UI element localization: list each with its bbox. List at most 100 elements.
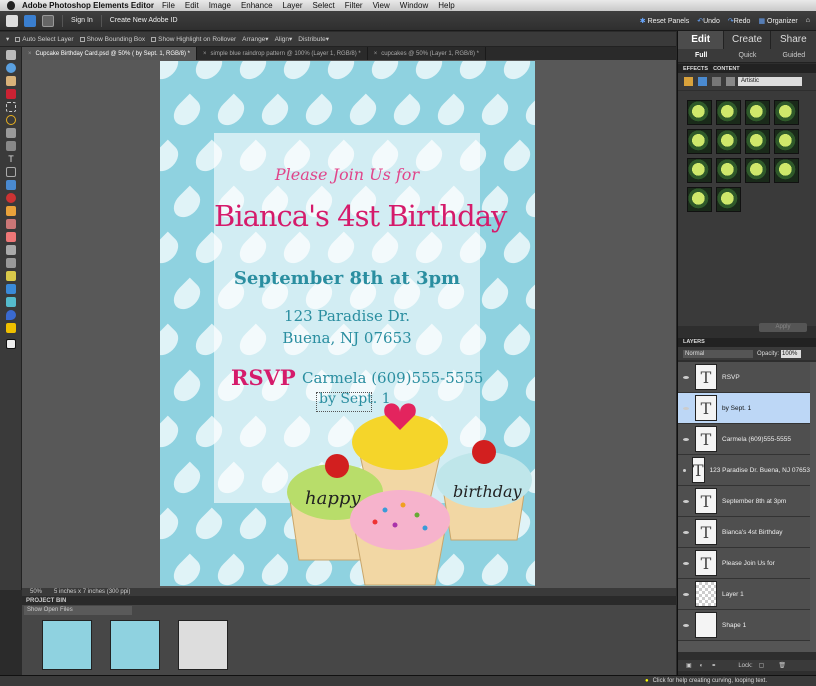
visibility-eye-icon[interactable] <box>683 623 689 627</box>
apply-button[interactable]: Apply <box>759 323 807 332</box>
tab-quick[interactable]: Quick <box>724 49 770 62</box>
effect-thumbnail[interactable] <box>745 129 770 154</box>
layer-row[interactable]: T Please Join Us for <box>678 548 810 579</box>
filters-icon[interactable] <box>684 77 693 86</box>
effect-thumbnail[interactable] <box>745 158 770 183</box>
home-icon[interactable]: ⌂ <box>806 17 810 24</box>
thumbnail-cupcakes[interactable] <box>178 620 228 670</box>
layer-row[interactable]: T 123 Paradise Dr. Buena, NJ 07653 <box>678 455 810 486</box>
hand-tool-icon[interactable] <box>6 76 16 86</box>
cookie-cutter-tool-icon[interactable] <box>6 180 16 190</box>
menu-file[interactable]: File <box>162 1 175 10</box>
menu-help[interactable]: Help <box>438 1 454 10</box>
effect-thumbnail[interactable] <box>716 187 741 212</box>
show-open-files-select[interactable]: Show Open Files <box>24 606 132 615</box>
blend-mode-select[interactable]: Normal <box>683 349 753 358</box>
trash-icon[interactable]: 🗑 <box>778 662 786 669</box>
bounding-box-checkbox[interactable]: Show Bounding Box <box>79 36 145 43</box>
photo-effects-icon[interactable] <box>726 77 735 86</box>
eyedropper-tool-icon[interactable] <box>6 89 16 99</box>
undo-button[interactable]: ↶Undo <box>697 17 720 25</box>
visibility-eye-icon[interactable] <box>683 375 689 379</box>
tab-cupcake-card[interactable]: × Cupcake Birthday Card.psd @ 50% ( by Se… <box>22 47 198 60</box>
zoom-level[interactable]: 50% <box>30 589 42 595</box>
layer-row[interactable]: T September 8th at 3pm <box>678 486 810 517</box>
effect-thumbnail[interactable] <box>745 100 770 125</box>
apple-icon[interactable] <box>7 1 15 10</box>
visibility-eye-icon[interactable] <box>683 530 689 534</box>
menu-layer[interactable]: Layer <box>283 1 303 10</box>
thumbnail-card[interactable] <box>42 620 92 670</box>
visibility-eye-icon[interactable] <box>683 561 689 565</box>
menu-window[interactable]: Window <box>400 1 428 10</box>
lock-icon[interactable]: ▢ <box>759 662 765 669</box>
reset-panels-button[interactable]: ✱ Reset Panels <box>640 17 689 25</box>
menu-edit[interactable]: Edit <box>185 1 199 10</box>
visibility-eye-icon[interactable] <box>683 437 689 441</box>
effect-thumbnail[interactable] <box>774 100 799 125</box>
layer-row[interactable]: Tby Sept. 1 <box>678 393 810 424</box>
healing-brush-tool-icon[interactable] <box>6 206 16 216</box>
clone-stamp-tool-icon[interactable] <box>6 219 16 229</box>
move-tool-dropdown[interactable]: ▾ <box>6 35 9 43</box>
cupcakes-illustration[interactable]: birthday happy <box>285 400 535 590</box>
visibility-eye-icon[interactable] <box>683 468 686 472</box>
new-file-icon[interactable] <box>6 14 18 27</box>
tab-full[interactable]: Full <box>678 49 724 62</box>
menu-filter[interactable]: Filter <box>345 1 363 10</box>
eraser-tool-icon[interactable] <box>6 232 16 242</box>
card-rsvp-contact[interactable]: Carmela (609)555-5555 <box>302 369 483 387</box>
effect-thumbnail[interactable] <box>687 129 712 154</box>
effect-thumbnail[interactable] <box>687 158 712 183</box>
menu-image[interactable]: Image <box>209 1 231 10</box>
red-eye-tool-icon[interactable] <box>6 193 16 203</box>
effect-thumbnail[interactable] <box>716 158 741 183</box>
brush-tool-icon[interactable] <box>6 245 16 255</box>
marquee-tool-icon[interactable] <box>6 102 16 112</box>
layer-row[interactable]: Shape 1 <box>678 610 810 641</box>
redo-button[interactable]: ↷Redo <box>728 17 751 25</box>
new-layer-icon[interactable]: ▣ <box>686 662 692 669</box>
effect-thumbnail[interactable] <box>687 100 712 125</box>
effects-icon[interactable] <box>712 77 721 86</box>
gradient-tool-icon[interactable] <box>6 284 16 294</box>
card-address-line2[interactable]: Buena, NJ 07653 <box>214 329 480 347</box>
close-icon[interactable]: × <box>28 51 32 57</box>
effect-thumbnail[interactable] <box>774 129 799 154</box>
open-file-icon[interactable] <box>24 14 36 27</box>
shape-tool-icon[interactable] <box>6 297 16 307</box>
layer-row[interactable]: T Carmela (609)555-5555 <box>678 424 810 455</box>
close-icon[interactable]: × <box>203 51 207 57</box>
tab-guided[interactable]: Guided <box>771 49 816 62</box>
distribute-dropdown[interactable]: Distribute ▾ <box>298 35 329 44</box>
lasso-tool-icon[interactable] <box>6 115 16 125</box>
filter-category-select[interactable]: Artistic <box>738 77 802 86</box>
smart-brush-tool-icon[interactable] <box>6 258 16 268</box>
layer-row[interactable]: T Bianca's 4st Birthday <box>678 517 810 548</box>
visibility-eye-icon[interactable] <box>683 592 689 596</box>
foreground-color-swatch[interactable] <box>6 339 16 349</box>
move-tool-icon[interactable] <box>6 50 16 60</box>
type-tool-icon[interactable]: T <box>6 154 16 164</box>
link-icon[interactable]: ⚭ <box>711 662 716 669</box>
card-address-line1[interactable]: 123 Paradise Dr. <box>214 307 480 325</box>
tab-effects[interactable]: EFFECTS <box>683 66 708 72</box>
selection-brush-tool-icon[interactable] <box>6 141 16 151</box>
align-dropdown[interactable]: Align ▾ <box>275 35 293 44</box>
effect-thumbnail[interactable] <box>716 100 741 125</box>
card-join-text[interactable]: Please Join Us for <box>214 165 480 184</box>
sponge-tool-icon[interactable] <box>6 323 16 333</box>
crop-tool-icon[interactable] <box>6 167 16 177</box>
tab-raindrop-pattern[interactable]: × simple blue raindrop pattern @ 100% (La… <box>197 47 368 60</box>
card-name-text[interactable]: Bianca's 4st Birthday <box>214 199 507 233</box>
paint-bucket-tool-icon[interactable] <box>6 271 16 281</box>
zoom-tool-icon[interactable] <box>6 63 16 73</box>
menu-view[interactable]: View <box>373 1 390 10</box>
blur-tool-icon[interactable] <box>6 310 16 320</box>
opacity-input[interactable]: 100% <box>781 349 802 358</box>
tab-share[interactable]: Share <box>770 31 816 49</box>
card-rsvp-text[interactable]: RSVP <box>231 365 296 390</box>
effect-thumbnail[interactable] <box>687 187 712 212</box>
sign-in-link[interactable]: Sign In <box>71 17 93 24</box>
tab-create[interactable]: Create <box>724 31 771 49</box>
